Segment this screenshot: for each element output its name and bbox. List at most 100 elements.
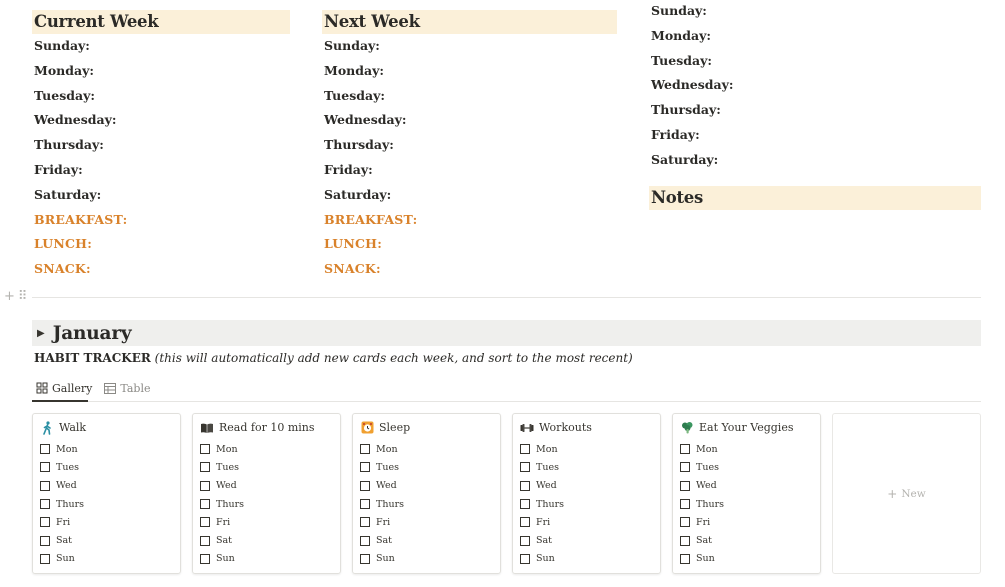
habit-card-read[interactable]: Read for 10 mins Mon Tues Wed Thurs Fri … [192,413,341,574]
checkbox[interactable] [680,535,690,546]
drag-handle-icon[interactable]: ⠿ [18,289,28,305]
checkbox[interactable] [200,553,210,564]
checkbox[interactable] [200,444,210,455]
habit-day-row[interactable]: Wed [40,477,173,495]
habit-day-row[interactable]: Sun [200,550,333,568]
checkbox[interactable] [40,462,50,473]
checkbox[interactable] [360,462,370,473]
habit-day-row[interactable]: Fri [520,513,653,531]
habit-day-row[interactable]: Sat [200,531,333,549]
breakfast-label[interactable]: BREAKFAST: [32,208,290,233]
habit-day-row[interactable]: Tues [520,458,653,476]
habit-card-walk[interactable]: Walk Mon Tues Wed Thurs Fri Sat Sun [32,413,181,574]
habit-day-row[interactable]: Mon [200,440,333,458]
tab-table[interactable]: Table [104,380,151,396]
day-label[interactable]: Thursday: [649,98,981,123]
checkbox[interactable] [680,553,690,564]
habit-day-row[interactable]: Thurs [360,495,493,513]
habit-day-row[interactable]: Fri [360,513,493,531]
day-label[interactable]: Sunday: [32,34,290,59]
habit-day-row[interactable]: Thurs [40,495,173,513]
breakfast-label[interactable]: BREAKFAST: [322,208,617,233]
checkbox[interactable] [40,517,50,528]
checkbox[interactable] [520,462,530,473]
day-label[interactable]: Monday: [32,59,290,84]
habit-day-row[interactable]: Sun [360,550,493,568]
day-label[interactable]: Wednesday: [32,108,290,133]
habit-day-row[interactable]: Mon [40,440,173,458]
checkbox[interactable] [200,535,210,546]
notes-heading[interactable]: Notes [649,185,981,210]
habit-day-row[interactable]: Fri [200,513,333,531]
checkbox[interactable] [360,480,370,491]
checkbox[interactable] [200,517,210,528]
habit-card-sleep[interactable]: Sleep Mon Tues Wed Thurs Fri Sat Sun [352,413,501,574]
checkbox[interactable] [40,535,50,546]
habit-card-veggies[interactable]: Eat Your Veggies Mon Tues Wed Thurs Fri … [672,413,821,574]
day-label[interactable]: Sunday: [649,0,981,24]
checkbox[interactable] [360,553,370,564]
habit-day-row[interactable]: Thurs [200,495,333,513]
checkbox[interactable] [520,517,530,528]
checkbox[interactable] [520,499,530,510]
checkbox[interactable] [680,499,690,510]
habit-day-row[interactable]: Mon [520,440,653,458]
checkbox[interactable] [360,517,370,528]
checkbox[interactable] [360,535,370,546]
day-label[interactable]: Tuesday: [32,84,290,109]
habit-day-row[interactable]: Sun [680,550,813,568]
habit-day-row[interactable]: Fri [680,513,813,531]
checkbox[interactable] [520,553,530,564]
checkbox[interactable] [40,499,50,510]
habit-day-row[interactable]: Thurs [520,495,653,513]
checkbox[interactable] [680,462,690,473]
next-week-heading[interactable]: Next Week [322,10,617,34]
day-label[interactable]: Monday: [322,59,617,84]
habit-day-row[interactable]: Sat [360,531,493,549]
checkbox[interactable] [40,444,50,455]
day-label[interactable]: Thursday: [322,133,617,158]
checkbox[interactable] [40,553,50,564]
lunch-label[interactable]: LUNCH: [32,232,290,257]
habit-day-row[interactable]: Tues [680,458,813,476]
habit-day-row[interactable]: Tues [40,458,173,476]
habit-day-row[interactable]: Mon [360,440,493,458]
day-label[interactable]: Sunday: [322,34,617,59]
day-label[interactable]: Monday: [649,24,981,49]
snack-label[interactable]: SNACK: [32,257,290,282]
day-label[interactable]: Friday: [32,158,290,183]
habit-day-row[interactable]: Wed [360,477,493,495]
checkbox[interactable] [520,444,530,455]
habit-day-row[interactable]: Wed [680,477,813,495]
new-card-button[interactable]: + New [832,413,981,574]
habit-card-workouts[interactable]: Workouts Mon Tues Wed Thurs Fri Sat Sun [512,413,661,574]
habit-day-row[interactable]: Sat [680,531,813,549]
day-label[interactable]: Wednesday: [649,73,981,98]
day-label[interactable]: Saturday: [649,148,981,173]
day-label[interactable]: Saturday: [32,183,290,208]
checkbox[interactable] [360,499,370,510]
habit-day-row[interactable]: Mon [680,440,813,458]
day-label[interactable]: Friday: [649,123,981,148]
snack-label[interactable]: SNACK: [322,257,617,282]
tab-gallery[interactable]: Gallery [36,380,92,396]
day-label[interactable]: Thursday: [32,133,290,158]
plus-icon[interactable]: + [4,289,15,305]
habit-day-row[interactable]: Tues [200,458,333,476]
checkbox[interactable] [520,480,530,491]
habit-day-row[interactable]: Wed [200,477,333,495]
habit-day-row[interactable]: Sat [40,531,173,549]
checkbox[interactable] [200,499,210,510]
checkbox[interactable] [360,444,370,455]
checkbox[interactable] [680,517,690,528]
checkbox[interactable] [680,480,690,491]
lunch-label[interactable]: LUNCH: [322,232,617,257]
checkbox[interactable] [40,480,50,491]
day-label[interactable]: Tuesday: [322,84,617,109]
habit-day-row[interactable]: Tues [360,458,493,476]
day-label[interactable]: Saturday: [322,183,617,208]
checkbox[interactable] [680,444,690,455]
day-label[interactable]: Tuesday: [649,49,981,74]
habit-day-row[interactable]: Sun [40,550,173,568]
habit-day-row[interactable]: Wed [520,477,653,495]
